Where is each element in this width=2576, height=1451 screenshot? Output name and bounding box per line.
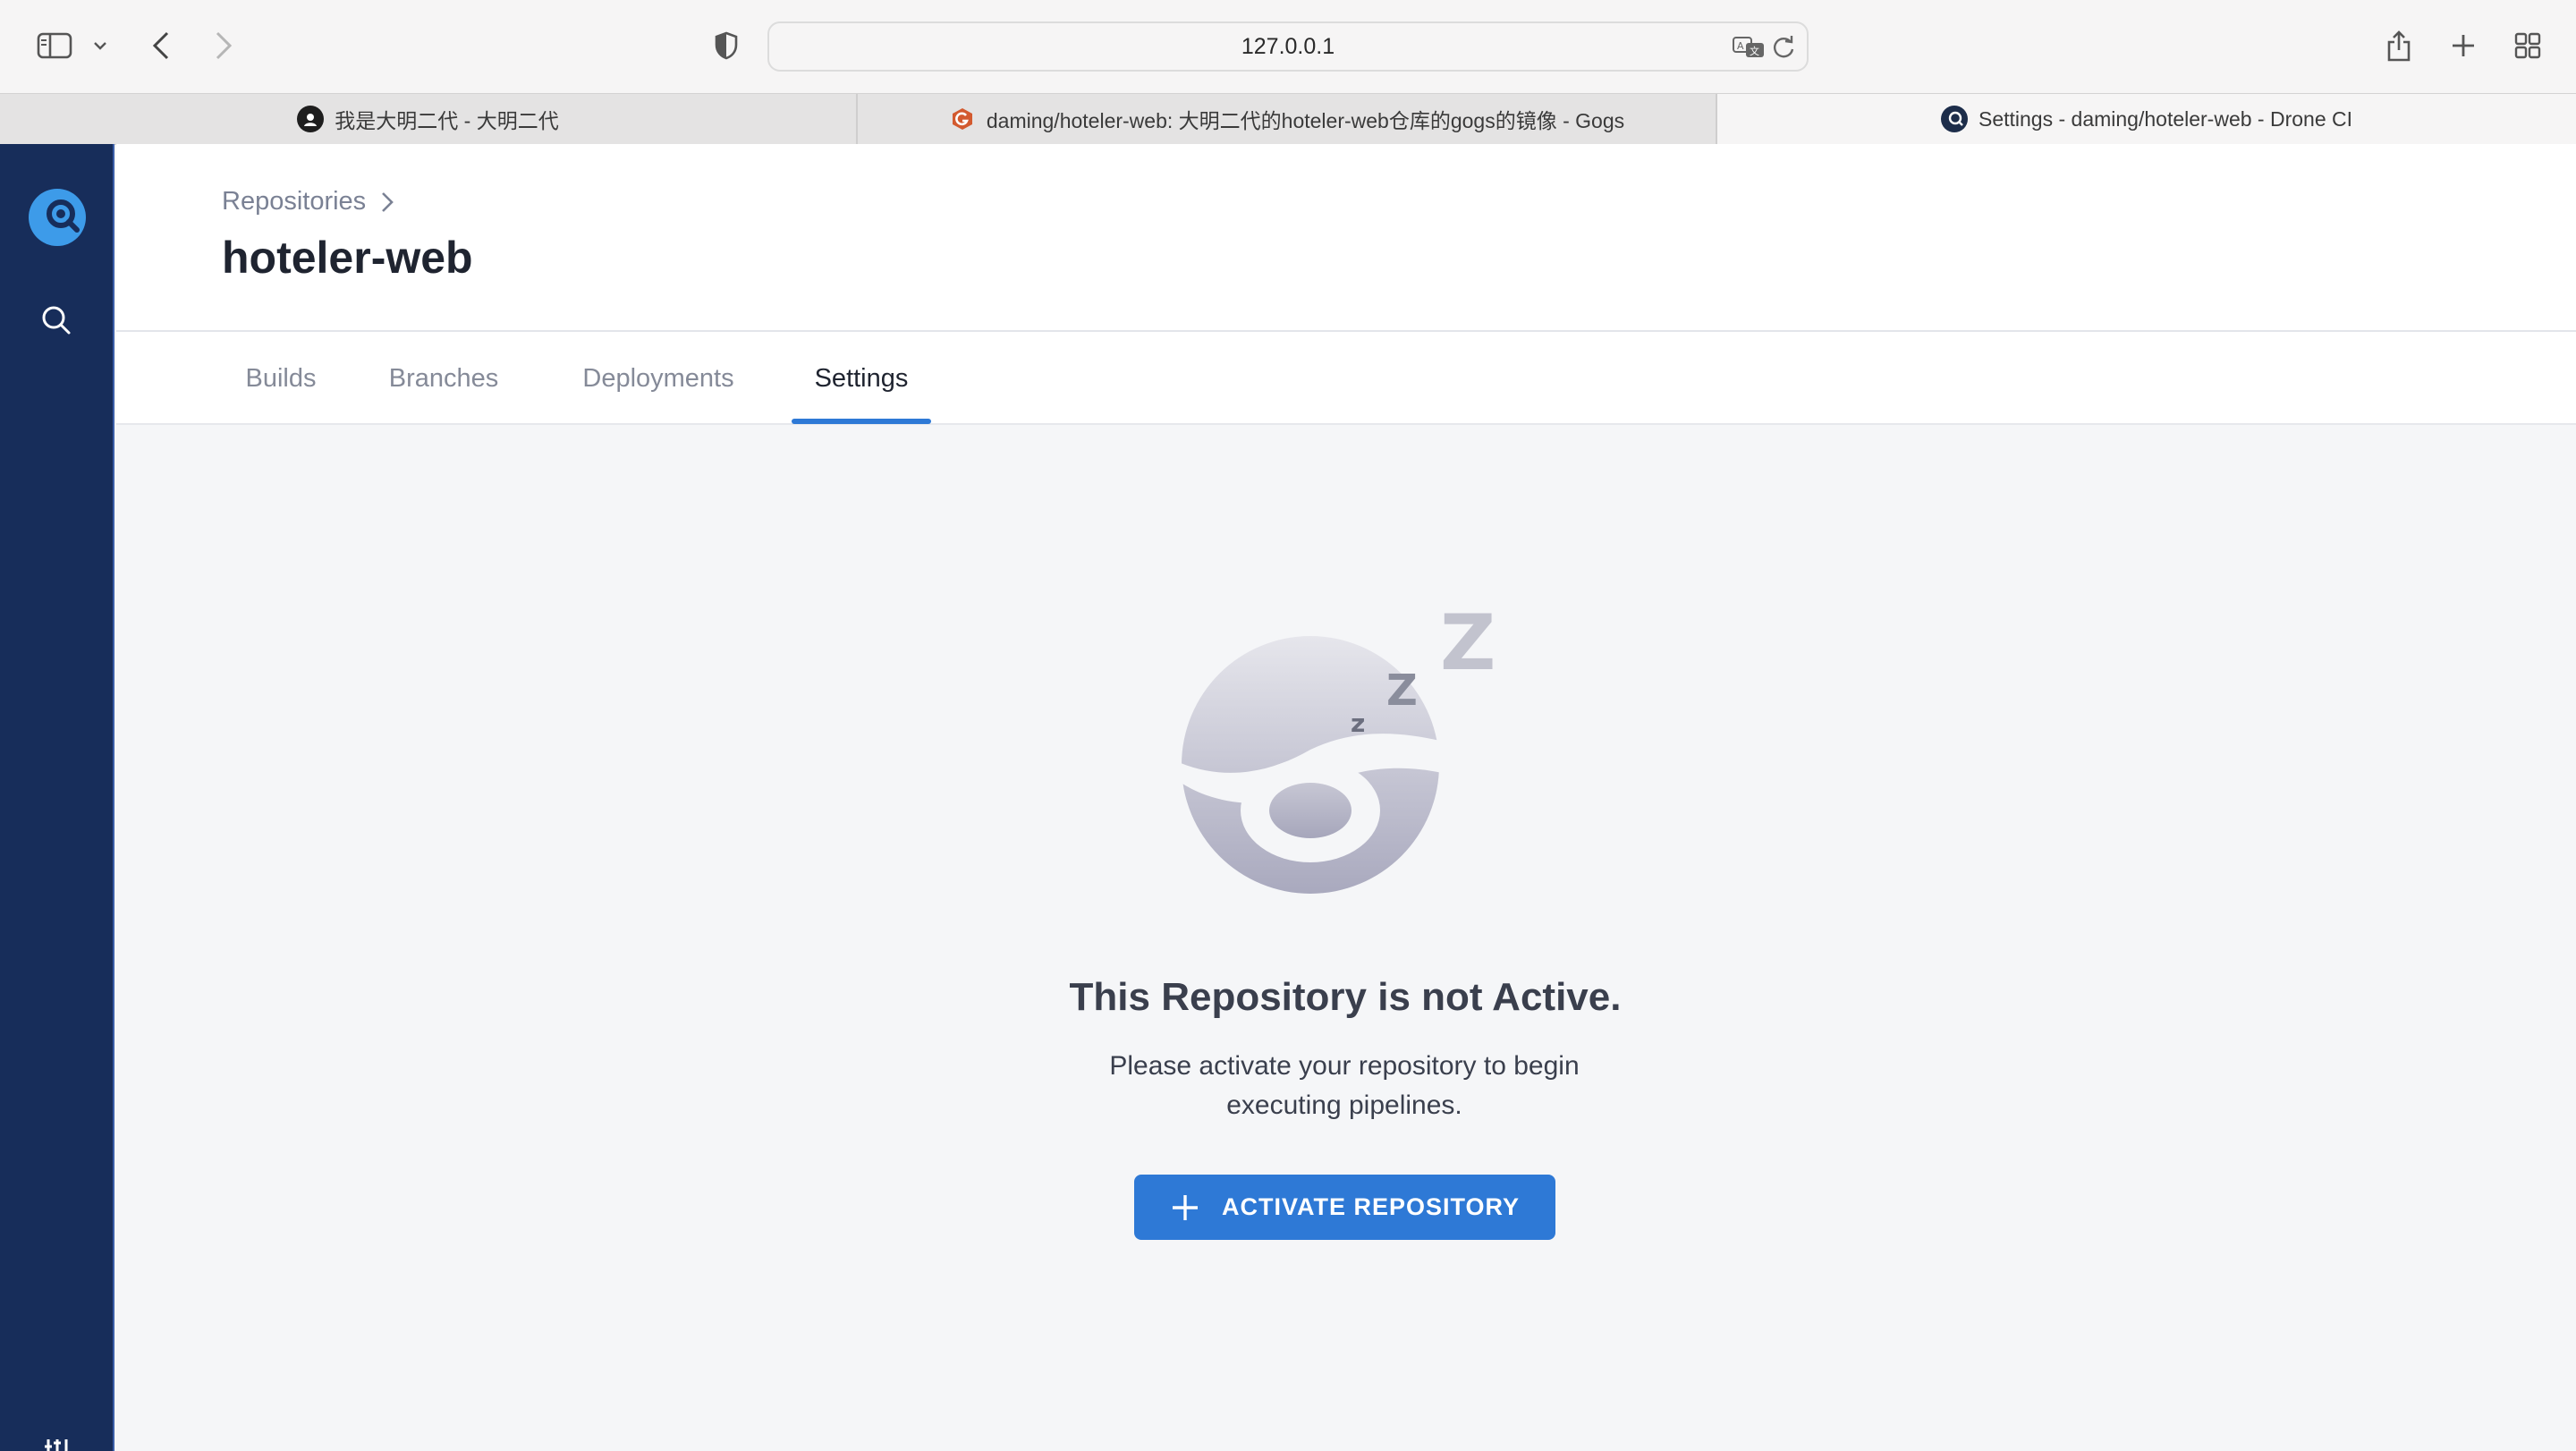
sleeping-drone-illustration: z Z Z (1172, 598, 1521, 906)
tab-settings[interactable]: Settings (792, 332, 931, 425)
repo-header: Repositories hoteler-web (116, 144, 2576, 332)
app-sidebar (0, 144, 114, 1451)
url-text: 127.0.0.1 (1241, 34, 1335, 59)
svg-text:A: A (1737, 40, 1744, 52)
empty-state-description: Please activate your repository to begin… (1109, 1051, 1580, 1120)
browser-tab-title: daming/hoteler-web: 大明二代的hoteler-web仓库的g… (986, 109, 1625, 132)
browser-tab-title: 我是大明二代 - 大明二代 (335, 109, 559, 132)
svg-text:z: z (1351, 709, 1365, 738)
svg-text:Z: Z (1440, 598, 1496, 688)
tab-deployments[interactable]: Deployments (569, 332, 748, 425)
chevron-right-icon (382, 191, 394, 212)
tab-branches[interactable]: Branches (381, 332, 506, 425)
back-icon[interactable] (143, 20, 179, 72)
privacy-shield-icon[interactable] (710, 20, 742, 72)
browser-tab-bar: 我是大明二代 - 大明二代 daming/hoteler-web: 大明二代的h… (0, 93, 2576, 145)
chevron-down-icon[interactable] (89, 20, 111, 72)
search-icon[interactable] (39, 303, 73, 342)
browser-toolbar: 127.0.0.1 A文 (0, 0, 2576, 93)
gogs-icon (949, 106, 976, 132)
svg-text:Z: Z (1386, 666, 1418, 716)
browser-tab-active[interactable]: Settings - daming/hoteler-web - Drone CI (1717, 94, 2576, 144)
drone-logo-icon[interactable] (25, 185, 89, 254)
active-tab-indicator (792, 419, 931, 424)
settings-sliders-icon[interactable] (43, 1436, 72, 1451)
activate-repository-label: ACTIVATE REPOSITORY (1221, 1193, 1521, 1220)
browser-tab[interactable]: daming/hoteler-web: 大明二代的hoteler-web仓库的g… (858, 94, 1717, 144)
tab-builds[interactable]: Builds (236, 332, 326, 425)
page-title: hoteler-web (222, 233, 473, 283)
activate-repository-button[interactable]: ACTIVATE REPOSITORY (1134, 1175, 1555, 1240)
translate-icon[interactable]: A文 (1732, 34, 1766, 65)
tab-overview-icon[interactable] (2510, 20, 2546, 72)
drone-icon (1940, 106, 1968, 132)
share-icon[interactable] (2381, 20, 2417, 72)
browser-tab[interactable]: 我是大明二代 - 大明二代 (0, 94, 858, 144)
browser-tab-title: Settings - daming/hoteler-web - Drone CI (1978, 106, 2353, 131)
address-bar[interactable]: 127.0.0.1 A文 (767, 21, 1809, 72)
plus-icon (1172, 1194, 1198, 1220)
repo-nav-tabs: Builds Branches Deployments Settings (116, 332, 2576, 425)
breadcrumb: Repositories (222, 187, 394, 216)
sidebar-toggle-icon[interactable] (32, 20, 77, 72)
forward-icon[interactable] (206, 20, 242, 72)
empty-state-title: This Repository is not Active. (1069, 975, 1622, 1019)
new-tab-icon[interactable] (2445, 20, 2481, 72)
svg-text:文: 文 (1750, 45, 1759, 57)
breadcrumb-repositories-link[interactable]: Repositories (222, 187, 366, 216)
reload-icon[interactable] (1771, 34, 1796, 65)
avatar-icon (297, 106, 325, 132)
